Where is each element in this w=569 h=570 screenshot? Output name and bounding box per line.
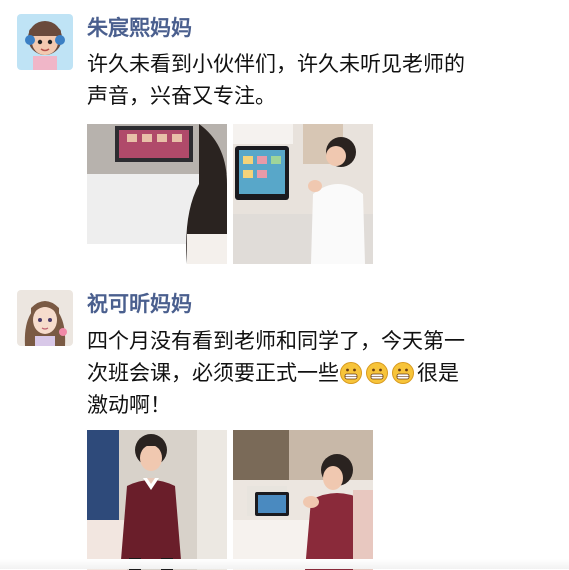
avatar[interactable] [17, 290, 73, 346]
post-text-segment: 次班会课，必须要正式一些 [87, 361, 339, 385]
post-photo[interactable] [233, 430, 373, 570]
anime-girl-avatar-icon [17, 290, 73, 346]
post-photo[interactable] [87, 430, 227, 570]
cartoon-girl-avatar-icon [17, 14, 73, 70]
child-in-uniform-photo [87, 430, 227, 570]
post-author-name[interactable]: 朱宸熙妈妈 [87, 14, 192, 42]
post-text-line: 激动啊！ [87, 393, 171, 417]
grinning-face-icon [392, 362, 414, 384]
post-text-line: 次班会课，必须要正式一些 很是 [87, 357, 557, 389]
child-online-class-photo [87, 124, 227, 264]
moments-feed: 朱宸熙妈妈 许久未看到小伙伴们，许久未听见老师的 声音，兴奋又专注。 祝可昕妈妈… [0, 0, 569, 570]
child-watching-laptop-photo [233, 124, 373, 264]
post-text: 四个月没有看到老师和同学了，今天第一 次班会课，必须要正式一些 很是 激动啊！ [87, 325, 557, 421]
avatar[interactable] [17, 14, 73, 70]
post-photo[interactable] [233, 124, 373, 264]
grinning-face-icon [366, 362, 388, 384]
bottom-edge [0, 559, 569, 569]
post-text: 许久未看到小伙伴们，许久未听见老师的 声音，兴奋又专注。 [87, 52, 465, 108]
post-photo[interactable] [87, 124, 227, 264]
post-author-name[interactable]: 祝可昕妈妈 [87, 290, 192, 318]
post-text-segment: 很是 [417, 361, 459, 385]
child-at-tablet-photo [233, 430, 373, 570]
post-text-line: 四个月没有看到老师和同学了，今天第一 [87, 329, 465, 353]
grinning-face-icon [340, 362, 362, 384]
